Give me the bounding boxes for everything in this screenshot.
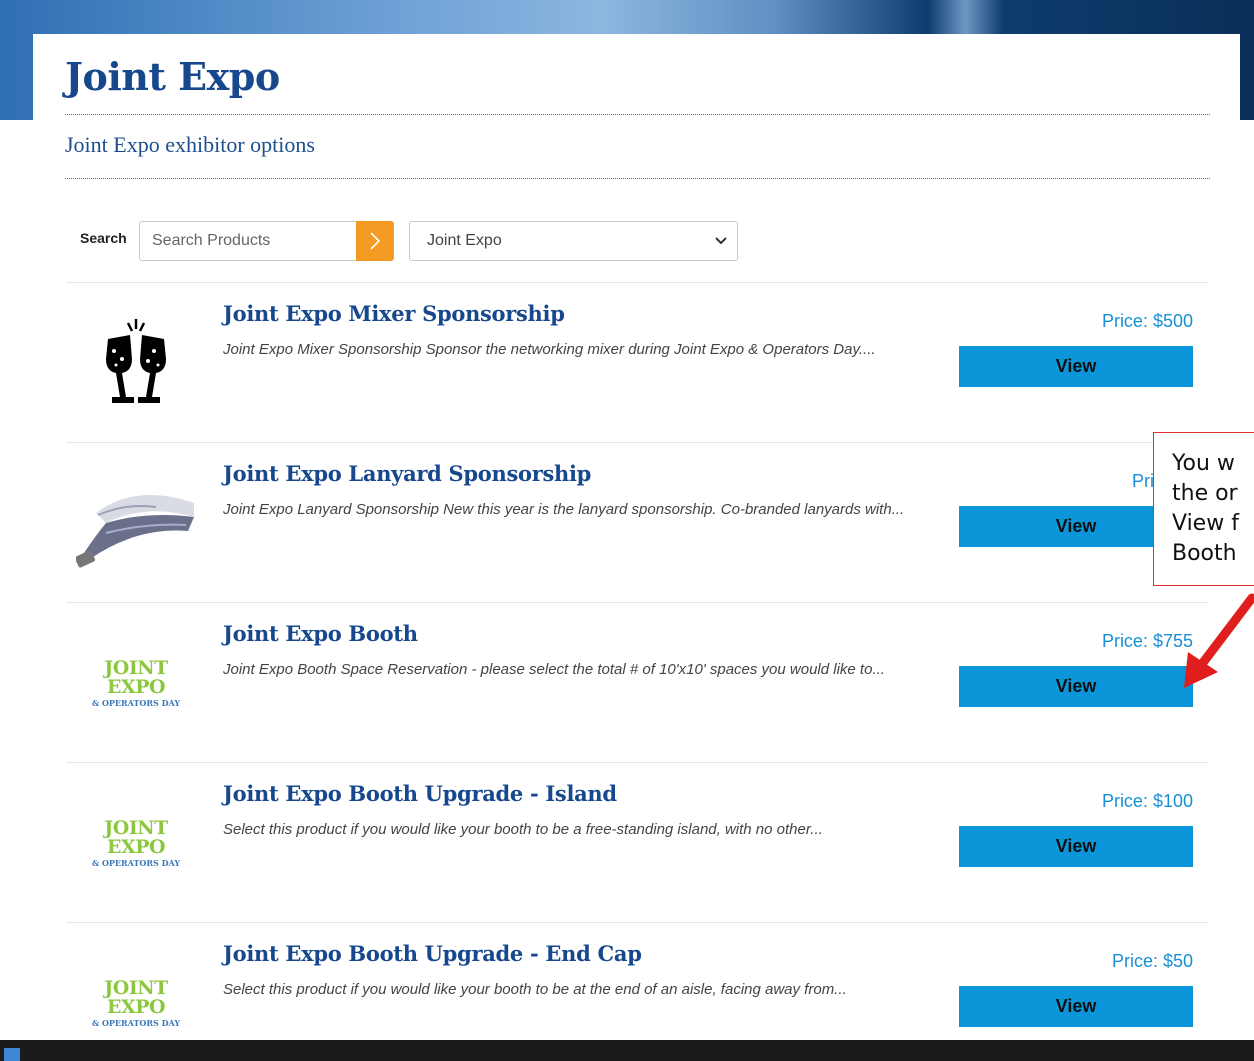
- annotation-callout: You w the or View f Booth: [1153, 432, 1254, 586]
- product-price: Price: $500: [1101, 311, 1193, 331]
- taskbar-app-icon[interactable]: [4, 1048, 20, 1061]
- product-image: JOINT EXPO & OPERATORS DAY: [76, 623, 196, 743]
- search-button[interactable]: [356, 221, 394, 261]
- product-image: [76, 303, 196, 423]
- product-title[interactable]: Joint Expo Booth: [223, 621, 418, 646]
- logo-line1: JOINT EXPO: [104, 657, 168, 698]
- product-price: Price: $50: [1111, 951, 1193, 971]
- product-row: JOINT EXPO & OPERATORS DAY Joint Expo Bo…: [66, 762, 1208, 922]
- product-title[interactable]: Joint Expo Booth Upgrade - Island: [223, 781, 617, 806]
- product-price: Price: $100: [1101, 791, 1193, 811]
- search-input[interactable]: [139, 221, 357, 261]
- joint-expo-logo: JOINT EXPO & OPERATORS DAY: [76, 977, 196, 1028]
- page-subtitle: Joint Expo exhibitor options: [65, 132, 315, 157]
- joint-expo-logo: JOINT EXPO & OPERATORS DAY: [76, 657, 196, 708]
- callout-line: View f: [1172, 511, 1239, 536]
- red-arrow-icon: [1184, 593, 1254, 688]
- product-description: Joint Expo Booth Space Reservation - ple…: [223, 661, 885, 678]
- content-card: Joint Expo Joint Expo exhibitor options …: [33, 34, 1240, 1040]
- view-button[interactable]: View: [959, 986, 1193, 1027]
- product-row: Joint Expo Lanyard Sponsorship Joint Exp…: [66, 442, 1208, 602]
- lanyard-image: [76, 495, 194, 568]
- title-divider: [65, 114, 1210, 115]
- view-button[interactable]: View: [959, 666, 1193, 707]
- category-select[interactable]: Joint Expo: [409, 221, 738, 261]
- search-label: Search: [80, 230, 127, 246]
- product-row: JOINT EXPO & OPERATORS DAY Joint Expo Bo…: [66, 602, 1208, 762]
- category-selected-value: Joint Expo: [427, 232, 502, 249]
- product-description: Select this product if you would like yo…: [223, 821, 823, 838]
- subtitle-divider: [65, 178, 1210, 179]
- champagne-glasses-icon: [106, 319, 166, 403]
- callout-line: You w: [1172, 451, 1235, 476]
- product-title[interactable]: Joint Expo Mixer Sponsorship: [223, 301, 565, 326]
- product-description: Select this product if you would like yo…: [223, 981, 847, 998]
- product-image: [76, 463, 196, 583]
- product-row: Joint Expo Mixer Sponsorship Joint Expo …: [66, 282, 1208, 442]
- callout-line: the or: [1172, 481, 1238, 506]
- view-button[interactable]: View: [959, 826, 1193, 867]
- left-margin: [0, 120, 8, 1040]
- view-button[interactable]: View: [959, 346, 1193, 387]
- logo-line2: & OPERATORS DAY: [91, 1018, 181, 1028]
- logo-line1: JOINT EXPO: [104, 977, 168, 1018]
- product-description: Joint Expo Mixer Sponsorship Sponsor the…: [223, 341, 876, 358]
- product-image: JOINT EXPO & OPERATORS DAY: [76, 783, 196, 903]
- product-title[interactable]: Joint Expo Lanyard Sponsorship: [223, 461, 591, 486]
- product-description: Joint Expo Lanyard Sponsorship New this …: [223, 501, 905, 518]
- logo-line2: & OPERATORS DAY: [91, 858, 181, 868]
- logo-line1: JOINT EXPO: [104, 817, 168, 858]
- callout-line: Booth: [1172, 541, 1237, 566]
- joint-expo-logo: JOINT EXPO & OPERATORS DAY: [76, 817, 196, 868]
- logo-line2: & OPERATORS DAY: [91, 698, 181, 708]
- page-title: Joint Expo: [65, 54, 280, 99]
- taskbar: [0, 1040, 1254, 1061]
- product-title[interactable]: Joint Expo Booth Upgrade - End Cap: [223, 941, 642, 966]
- chevron-right-icon: [370, 232, 381, 250]
- chevron-down-icon: [715, 237, 727, 245]
